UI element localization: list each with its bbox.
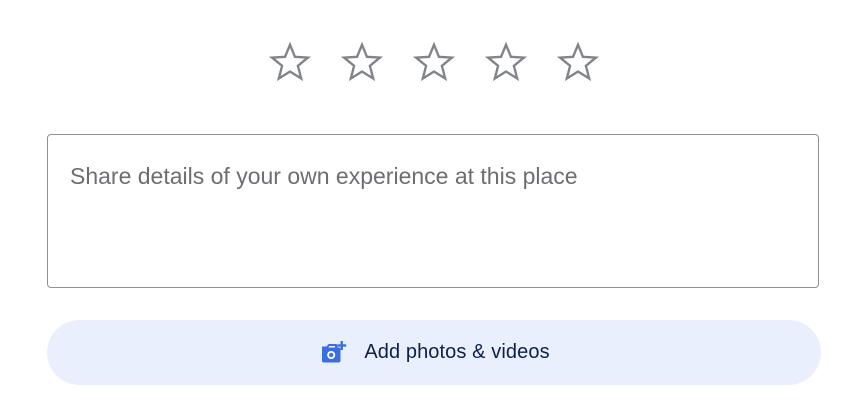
star-2-button[interactable] bbox=[340, 38, 384, 86]
star-rating bbox=[0, 38, 868, 88]
star-4-button[interactable] bbox=[484, 38, 528, 86]
star-3-button[interactable] bbox=[412, 38, 456, 86]
star-outline-icon bbox=[556, 41, 600, 82]
star-5-button[interactable] bbox=[556, 38, 600, 86]
star-outline-icon bbox=[484, 41, 528, 82]
review-form: Add photos & videos bbox=[0, 0, 868, 409]
star-outline-icon bbox=[412, 41, 456, 82]
add-photos-videos-button[interactable]: Add photos & videos bbox=[47, 320, 821, 385]
add-photos-videos-label: Add photos & videos bbox=[364, 341, 550, 363]
star-1-button[interactable] bbox=[268, 38, 312, 86]
review-textarea[interactable] bbox=[48, 135, 818, 287]
star-outline-icon bbox=[268, 41, 312, 82]
add-photo-camera-icon bbox=[318, 338, 348, 368]
star-outline-icon bbox=[340, 41, 384, 82]
review-text-box bbox=[47, 134, 819, 288]
